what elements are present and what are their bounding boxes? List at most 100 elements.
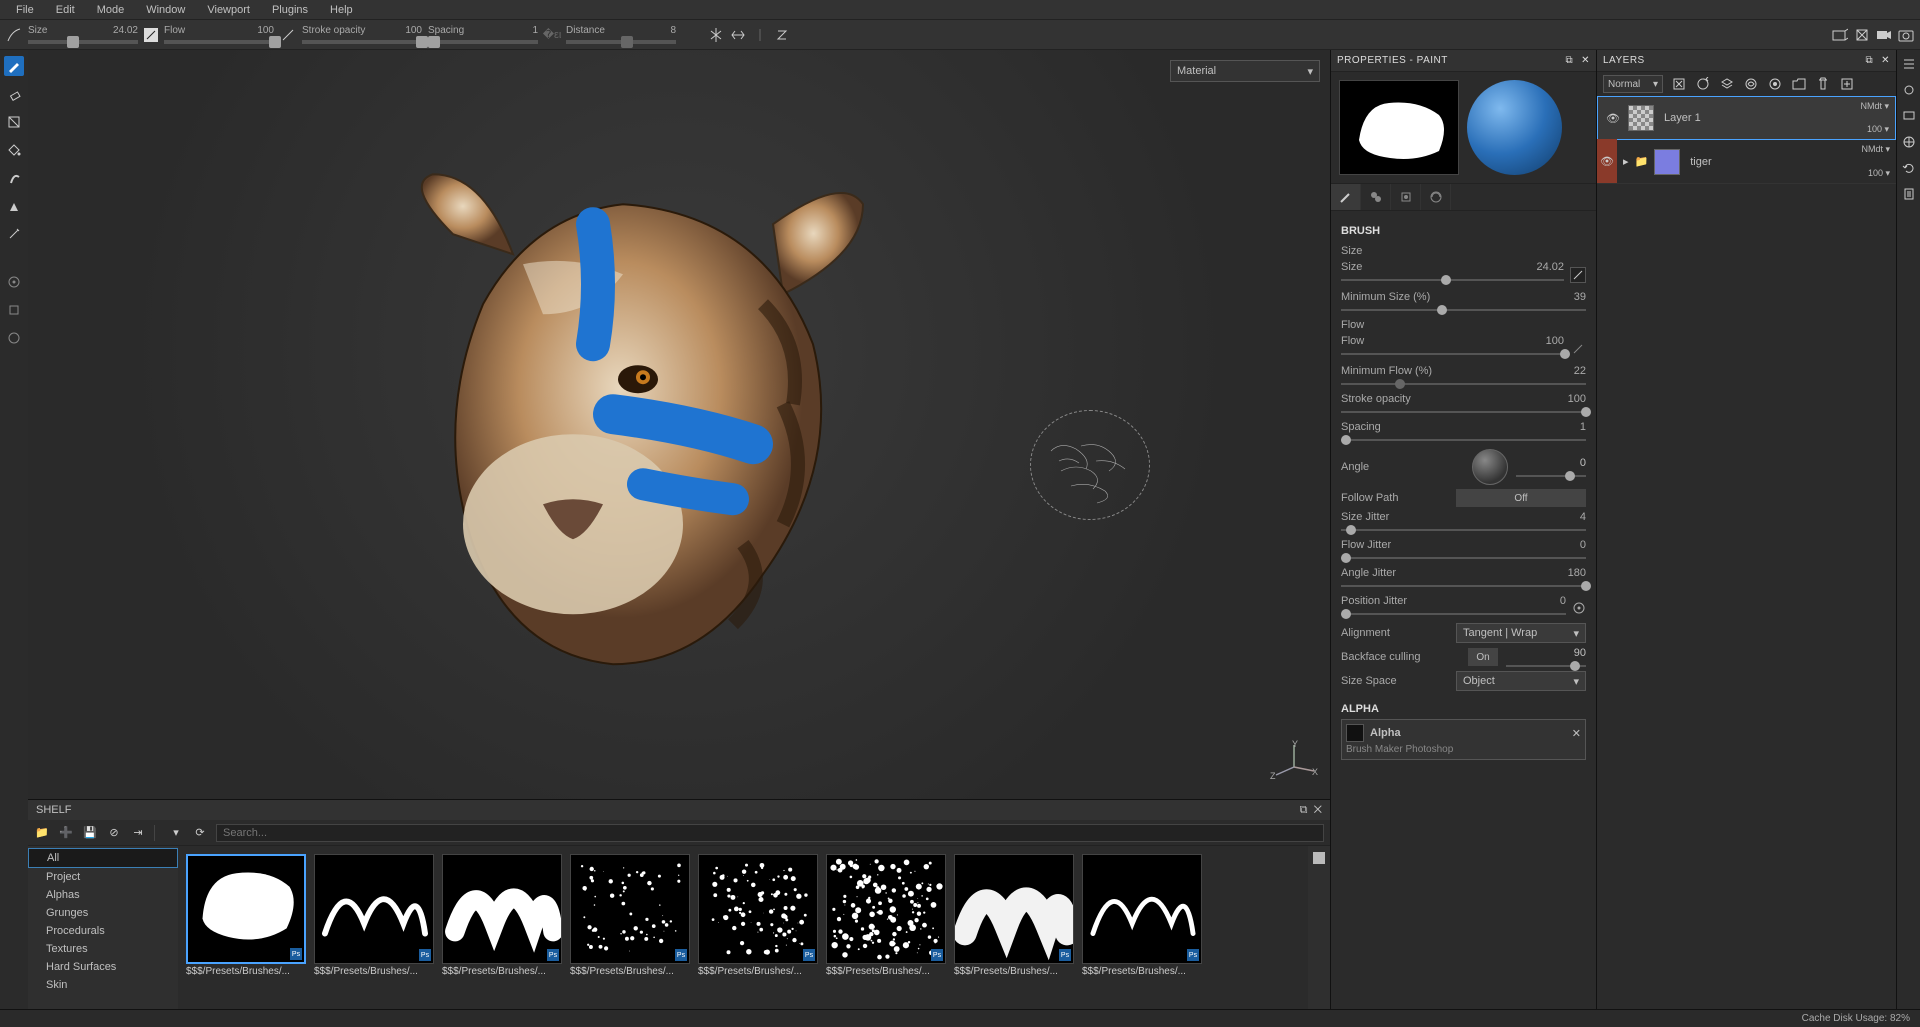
shelf-item[interactable]: Ps$$$/Presets/Brushes/... <box>826 854 946 1001</box>
layer-name[interactable]: Layer 1 <box>1664 112 1701 124</box>
mask-icon[interactable] <box>1671 76 1687 92</box>
shelf-folder-icon[interactable]: 📁 <box>34 825 50 841</box>
shelf-cat-procedurals[interactable]: Procedurals <box>28 922 178 940</box>
menu-viewport[interactable]: Viewport <box>197 2 260 18</box>
chevron-right-icon[interactable]: ▸ <box>1623 155 1629 168</box>
size-space-select[interactable]: Object▾ <box>1456 671 1586 691</box>
add-adjustment-icon[interactable] <box>1767 76 1783 92</box>
shelf-item[interactable]: Ps$$$/Presets/Brushes/... <box>186 854 306 1001</box>
p-minsize-slider[interactable] <box>1341 309 1586 311</box>
textureset-list-icon[interactable] <box>1901 56 1917 72</box>
shelf-hide-icon[interactable]: ⊘ <box>106 825 122 841</box>
visibility-icon[interactable]: 👁 <box>1604 109 1622 127</box>
shelf-save-icon[interactable]: 💾 <box>82 825 98 841</box>
display-settings-icon[interactable] <box>1901 108 1917 124</box>
material-sphere-preview[interactable] <box>1467 80 1562 175</box>
p-angle-slider[interactable] <box>1516 475 1586 477</box>
shelf-refresh-icon[interactable]: ⟳ <box>192 825 208 841</box>
blend-mode-dropdown[interactable]: Normal▾ <box>1603 75 1663 93</box>
p-flowjitter-slider[interactable] <box>1341 557 1586 559</box>
properties-close-icon[interactable]: ✕ <box>1581 55 1590 66</box>
distance-slider[interactable] <box>566 40 676 44</box>
shelf-cat-all[interactable]: All <box>28 848 178 868</box>
settings3-icon[interactable] <box>4 328 24 348</box>
picker-tool[interactable] <box>4 224 24 244</box>
brush-alpha-preview[interactable] <box>1339 80 1459 175</box>
add-layer-icon[interactable] <box>1839 76 1855 92</box>
follow-path-toggle[interactable]: Off <box>1456 489 1586 507</box>
paint-tool[interactable] <box>4 56 24 76</box>
perspective-icon[interactable] <box>1832 27 1848 43</box>
layer-name[interactable]: tiger <box>1690 156 1711 168</box>
menu-window[interactable]: Window <box>136 2 195 18</box>
material-dropdown[interactable]: Material▾ <box>1170 60 1320 82</box>
menu-plugins[interactable]: Plugins <box>262 2 318 18</box>
symmetry-icon[interactable] <box>708 27 724 43</box>
spacing-slider[interactable] <box>428 40 538 44</box>
tab-brush[interactable] <box>1331 184 1361 210</box>
axis-gizmo[interactable]: Y X Z <box>1270 739 1318 787</box>
shelf-item[interactable]: Ps$$$/Presets/Brushes/... <box>1082 854 1202 1001</box>
settings2-icon[interactable] <box>4 300 24 320</box>
layer-stack-icon[interactable] <box>1719 76 1735 92</box>
shader-settings-icon[interactable] <box>1901 134 1917 150</box>
shelf-item[interactable]: Ps$$$/Presets/Brushes/... <box>954 854 1074 1001</box>
tab-stencil[interactable] <box>1391 184 1421 210</box>
layer-row[interactable]: 👁Layer 1NMdt ▾100 ▾ <box>1597 96 1896 140</box>
p-posjitter-slider[interactable] <box>1341 613 1566 615</box>
shelf-size-slider[interactable] <box>1313 852 1325 864</box>
size-slider[interactable] <box>28 40 138 44</box>
lazy-mouse-icon[interactable]: �ει <box>544 27 560 43</box>
backface-toggle[interactable]: On <box>1468 648 1498 666</box>
camera-projection-icon[interactable] <box>1854 27 1870 43</box>
layers-popout-icon[interactable]: ⧉ <box>1865 55 1873 66</box>
layer-opacity[interactable]: 100 ▾ <box>1867 124 1889 135</box>
log-icon[interactable] <box>1901 186 1917 202</box>
shelf-item[interactable]: Ps$$$/Presets/Brushes/... <box>442 854 562 1001</box>
angle-dial[interactable] <box>1472 449 1508 485</box>
menu-edit[interactable]: Edit <box>46 2 85 18</box>
jitter-settings-icon[interactable] <box>1572 601 1586 615</box>
mirror-x-icon[interactable] <box>730 27 746 43</box>
shelf-cat-grunges[interactable]: Grunges <box>28 904 178 922</box>
clone-tool[interactable] <box>4 196 24 216</box>
p-spacing-slider[interactable] <box>1341 439 1586 441</box>
shelf-cat-hard-surfaces[interactable]: Hard Surfaces <box>28 958 178 976</box>
p-flow-pressure-icon[interactable] <box>1570 341 1586 357</box>
settings1-icon[interactable] <box>4 272 24 292</box>
shelf-search-input[interactable] <box>216 824 1324 842</box>
smudge-tool[interactable] <box>4 168 24 188</box>
fill-tool[interactable] <box>4 140 24 160</box>
alignment-select[interactable]: Tangent | Wrap▾ <box>1456 623 1586 643</box>
shelf-import-icon[interactable]: ⇥ <box>130 825 146 841</box>
shelf-item[interactable]: Ps$$$/Presets/Brushes/... <box>570 854 690 1001</box>
p-flow-slider[interactable] <box>1341 353 1564 355</box>
p-backface-slider[interactable] <box>1506 665 1586 667</box>
layer-opacity[interactable]: 100 ▾ <box>1868 168 1890 179</box>
history-icon[interactable] <box>1901 160 1917 176</box>
menu-file[interactable]: File <box>6 2 44 18</box>
3d-viewport[interactable]: Material▾ <box>28 50 1330 799</box>
mirror-z-icon[interactable] <box>774 27 790 43</box>
shelf-popout-icon[interactable]: ⧉ <box>1300 804 1308 816</box>
layers-close-icon[interactable]: ✕ <box>1881 55 1890 66</box>
eraser-tool[interactable] <box>4 84 24 104</box>
layer-row[interactable]: 👁▸📁tigerNMdt ▾100 ▾ <box>1597 140 1896 184</box>
projection-tool[interactable] <box>4 112 24 132</box>
tab-material[interactable] <box>1421 184 1451 210</box>
p-size-slider[interactable] <box>1341 279 1564 281</box>
shelf-newfolder-icon[interactable]: ➕ <box>58 825 74 841</box>
shelf-cat-project[interactable]: Project <box>28 868 178 886</box>
delete-icon[interactable] <box>1815 76 1831 92</box>
brush-picker-icon[interactable] <box>6 27 22 43</box>
shelf-item[interactable]: Ps$$$/Presets/Brushes/... <box>314 854 434 1001</box>
tab-alpha[interactable] <box>1361 184 1391 210</box>
menu-help[interactable]: Help <box>320 2 363 18</box>
p-anglejitter-slider[interactable] <box>1341 585 1586 587</box>
shelf-close-icon[interactable]: ✕ <box>1314 804 1322 816</box>
p-opacity-slider[interactable] <box>1341 411 1586 413</box>
shelf-item[interactable]: Ps$$$/Presets/Brushes/... <box>698 854 818 1001</box>
layer-channel-badge[interactable]: NMdt ▾ <box>1861 144 1890 155</box>
add-folder-icon[interactable] <box>1791 76 1807 92</box>
menu-mode[interactable]: Mode <box>87 2 135 18</box>
